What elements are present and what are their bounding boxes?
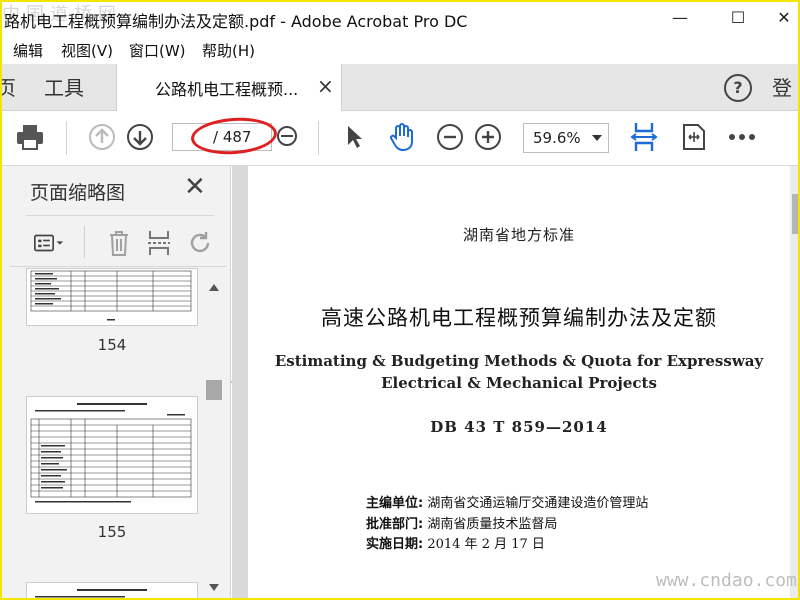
thumbnail-page-number: 154 <box>97 336 127 354</box>
document-title: 高速公路机电工程概预算编制办法及定额 <box>321 306 717 330</box>
divider <box>26 215 214 216</box>
zoom-value: 59.6% <box>533 129 581 147</box>
thumbnail-page[interactable] <box>26 396 198 514</box>
thumbnail-options-icon[interactable] <box>34 228 64 258</box>
rotate-page-icon[interactable] <box>186 228 216 258</box>
approver-value: 湖南省质量技术监督局 <box>427 517 558 532</box>
tab-home[interactable]: 页 <box>0 72 16 101</box>
editor-line: 主编单位: 湖南省交通运输厅交通建设造价管理站 <box>366 492 648 511</box>
extract-page-icon[interactable] <box>144 228 174 258</box>
next-page-icon[interactable] <box>124 121 156 153</box>
thumbnail-scrollbar[interactable] <box>204 278 224 600</box>
window-title: 路机电工程概预算编制办法及定额.pdf - Adobe Acrobat Pro … <box>4 12 468 31</box>
editor-value: 湖南省交通运输厅交通建设造价管理站 <box>427 496 649 511</box>
tab-document[interactable]: 公路机电工程概预... × <box>116 64 342 111</box>
toolbar-separator <box>66 121 67 155</box>
zoom-in-icon[interactable] <box>472 121 504 153</box>
login-link[interactable]: 登 <box>772 72 792 101</box>
hand-tool-icon[interactable] <box>386 121 418 153</box>
scrollbar-thumb[interactable] <box>792 194 798 234</box>
thumbnail-page[interactable] <box>26 582 198 600</box>
approver-line: 批准部门: 湖南省质量技术监督局 <box>366 513 557 532</box>
more-tools-icon[interactable] <box>726 121 758 153</box>
standard-code: DB 43 T 859—2014 <box>430 418 608 436</box>
panel-close-icon[interactable]: ✕ <box>184 174 206 200</box>
close-window-button[interactable]: ✕ <box>764 6 800 30</box>
menu-window[interactable]: 窗口(W) <box>129 40 186 61</box>
print-icon[interactable] <box>14 121 46 153</box>
chevron-down-icon <box>592 135 602 141</box>
site-watermark-url: www.cndao.com <box>656 570 797 591</box>
maximize-button[interactable]: ☐ <box>718 6 758 30</box>
help-icon[interactable]: ? <box>724 74 752 102</box>
fit-width-icon[interactable] <box>628 121 660 153</box>
date-label: 实施日期: <box>366 537 424 552</box>
title-bar: 中国道桥网 路机电工程概预算编制办法及定额.pdf - Adobe Acroba… <box>0 0 800 36</box>
scrollbar-thumb[interactable] <box>206 380 222 400</box>
english-title-line1: Estimating & Budgeting Methods & Quota f… <box>274 352 764 370</box>
divider <box>84 226 85 258</box>
panel-title: 页面缩略图 <box>30 182 126 204</box>
date-line: 实施日期: 2014 年 2 月 17 日 <box>366 533 545 552</box>
previous-page-icon[interactable] <box>86 121 118 153</box>
tab-tools[interactable]: 工具 <box>44 72 84 101</box>
zoom-out-icon[interactable] <box>434 121 466 153</box>
menu-edit[interactable]: 编辑 <box>13 40 43 61</box>
scroll-down-icon[interactable] <box>209 584 219 591</box>
date-value: 2014 年 2 月 17 日 <box>427 537 545 552</box>
delete-page-icon[interactable] <box>104 228 134 258</box>
divider <box>10 266 226 267</box>
select-cursor-icon[interactable] <box>338 121 370 153</box>
thumbnail-page-number: 155 <box>97 523 127 541</box>
zoom-page-icon[interactable] <box>272 121 304 153</box>
full-screen-icon[interactable] <box>678 121 710 153</box>
standard-type: 湖南省地方标准 <box>462 226 575 244</box>
tab-bar: 页 工具 公路机电工程概预... × <box>0 64 800 111</box>
menu-view[interactable]: 视图(V) <box>61 40 113 61</box>
zoom-select[interactable]: 59.6% <box>523 123 609 153</box>
thumbnail-page[interactable] <box>26 268 198 326</box>
menu-bar: 编辑 视图(V) 窗口(W) 帮助(H) <box>0 36 800 64</box>
toolbar-separator <box>318 121 319 155</box>
english-title-line2: Electrical & Mechanical Projects <box>381 374 657 392</box>
tab-document-label: 公路机电工程概预... <box>155 80 299 99</box>
close-tab-icon[interactable]: × <box>317 74 334 98</box>
editor-label: 主编单位: <box>366 496 424 511</box>
minimize-button[interactable]: — <box>660 6 700 30</box>
toolbar: / 487 59.6% <box>0 111 800 166</box>
menu-help[interactable]: 帮助(H) <box>202 40 255 61</box>
thumbnail-list: 154 155 <box>10 268 206 600</box>
approver-label: 批准部门: <box>366 517 424 532</box>
document-scrollbar[interactable] <box>790 166 800 600</box>
scroll-up-icon[interactable] <box>209 284 219 291</box>
